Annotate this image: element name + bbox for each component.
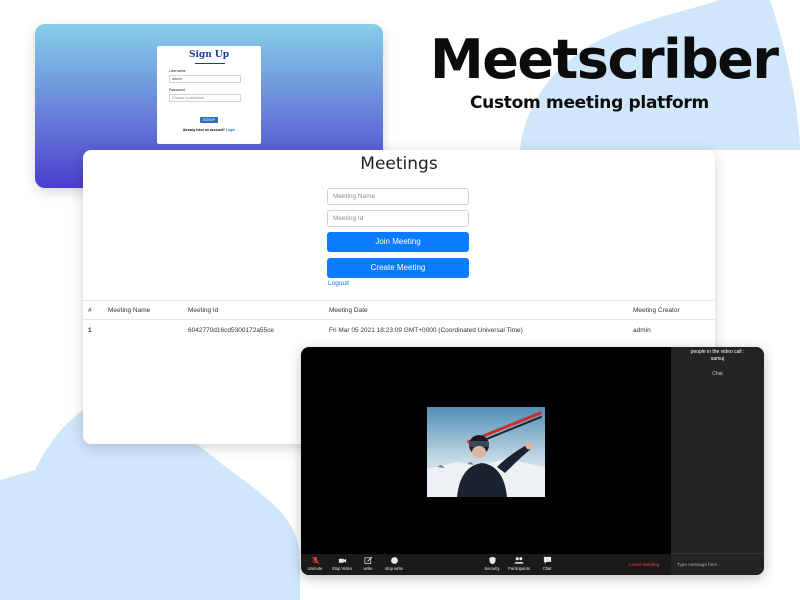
stop-circle-icon	[390, 557, 398, 564]
meetings-title: Meetings	[360, 154, 438, 174]
table-header-meeting-id: Meeting Id	[188, 307, 219, 314]
shield-icon	[488, 556, 496, 565]
signup-footer: Already have an account? Login	[157, 128, 261, 132]
signup-button[interactable]: SIGNUP	[200, 117, 218, 123]
table-header-index: #	[88, 307, 92, 314]
username-input[interactable]: admin	[169, 75, 241, 83]
video-call-screenshot: people in the video call : samuj Chat Ty…	[301, 347, 764, 575]
participant-name: samuj	[710, 356, 725, 362]
unmute-label: Unmute	[307, 566, 323, 571]
login-link[interactable]: Login	[226, 128, 235, 132]
side-panel: people in the video call : samuj Chat Ty…	[671, 347, 764, 575]
video-camera-icon	[338, 558, 346, 563]
table-row[interactable]: 1 6042770d16cd5300172a55ce Fri Mar 05 20…	[83, 321, 715, 341]
username-label: Username	[169, 69, 186, 73]
create-meeting-button[interactable]: Create Meeting	[327, 258, 469, 278]
edit-icon	[364, 556, 372, 565]
signup-title-underline	[195, 63, 225, 64]
logout-link[interactable]: Logout!	[328, 280, 350, 287]
brand-title: Meetscriber	[430, 28, 779, 91]
table-header-meeting-creator: Meeting Creator	[633, 307, 680, 314]
participant-video	[427, 407, 545, 497]
password-label: Password	[169, 88, 185, 92]
signup-footer-text: Already have an account?	[182, 128, 226, 132]
mic-muted-icon	[311, 556, 319, 565]
participants-icon	[514, 557, 524, 564]
row-meeting-date: Fri Mar 05 2021 18:23:09 GMT+0000 (Coord…	[329, 327, 523, 334]
chat-button[interactable]: Chat	[530, 556, 564, 571]
join-meeting-button[interactable]: Join Meeting	[327, 232, 469, 252]
stop-video-label: Stop Video	[331, 566, 353, 571]
stop-write-button[interactable]: stop write	[377, 556, 411, 571]
meeting-id-input[interactable]: Meeting Id	[327, 210, 469, 227]
row-meeting-id: 6042770d16cd5300172a55ce	[188, 327, 275, 334]
stop-write-label: stop write	[385, 566, 403, 571]
leave-meeting-button[interactable]: Leave Meeting	[629, 562, 659, 567]
chat-message-input[interactable]: Type message here...	[671, 553, 764, 575]
brand-subtitle: Custom meeting platform	[470, 93, 709, 113]
password-input[interactable]: Choose a password	[169, 94, 241, 102]
chat-button-label: Chat	[542, 566, 552, 571]
row-meeting-creator: admin	[633, 327, 651, 334]
people-in-call-label: people in the video call :	[690, 349, 745, 355]
table-header-meeting-name: Meeting Name	[108, 307, 151, 314]
write-label: write	[363, 566, 373, 571]
row-index: 1	[88, 327, 92, 334]
meeting-toolbar: Unmute Stop Video write stop write Secur…	[301, 554, 671, 575]
signup-title: Sign Up	[188, 50, 230, 60]
skier-photo-placeholder	[427, 407, 545, 497]
signup-card: Sign Up Username admin Password Choose a…	[157, 46, 261, 144]
meeting-name-input[interactable]: Meeting Name	[327, 188, 469, 205]
meetings-table-header: # Meeting Name Meeting Id Meeting Date M…	[83, 300, 715, 320]
chat-header: Chat	[712, 371, 723, 377]
participants-label: Participants	[508, 566, 530, 571]
security-label: Security	[484, 566, 500, 571]
chat-bubble-icon	[543, 556, 551, 564]
table-header-meeting-date: Meeting Date	[329, 307, 368, 314]
